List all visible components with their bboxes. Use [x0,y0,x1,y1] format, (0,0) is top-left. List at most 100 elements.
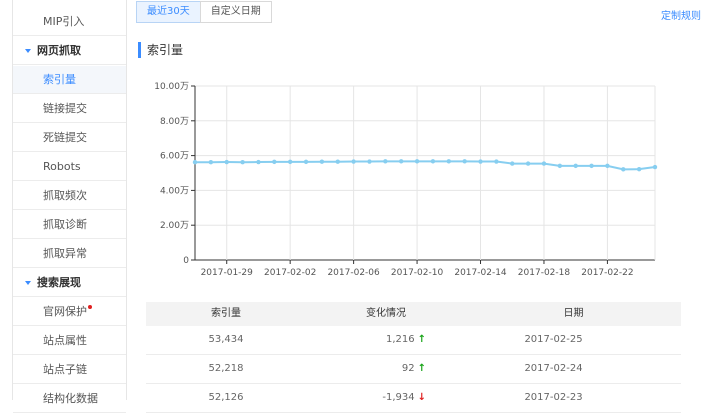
sidebar-item-8[interactable]: 抓取异常 [13,240,126,268]
x-tick-label: 2017-01-29 [201,268,254,278]
cell-count: 52,126 [208,392,244,403]
new-badge-dot [88,305,92,309]
data-point [335,159,340,164]
sidebar-item-label: MIP引入 [43,15,85,28]
data-point [256,159,261,165]
cell-date: 2017-02-23 [524,392,583,403]
data-point [303,159,309,165]
cell-count: 53,434 [208,334,244,345]
table-row: 52,218 92 ↑ 2017-02-24 [146,355,681,384]
sidebar-item-label: 站点属性 [43,334,87,347]
cell-change: 1,216 ↑ [306,326,426,354]
data-point [621,167,626,172]
sidebar-item-label: 结构化数据 [43,392,98,405]
sidebar-item-13[interactable]: 结构化数据 [13,385,126,413]
sidebar-item-4[interactable]: 死链提交 [13,124,126,152]
y-tick-label: 0 [183,256,189,266]
data-point [208,160,214,165]
data-point [541,161,547,166]
data-point [525,161,531,166]
y-tick-label: 8.00万 [160,117,189,127]
caret-down-icon [25,281,31,285]
data-point [430,159,436,164]
sidebar-item-label: 死链提交 [43,131,87,144]
sidebar-item-label: 抓取诊断 [43,218,87,231]
sidebar-item-label: 链接提交 [43,102,87,115]
sidebar-item-label: 抓取异常 [43,247,87,260]
sidebar-item-7[interactable]: 抓取诊断 [13,211,126,239]
tab-last-30-days[interactable]: 最近30天 [136,1,201,23]
data-point [589,163,594,169]
x-tick-label: 2017-02-02 [264,268,316,278]
data-point [636,166,642,172]
header-date: 日期 [563,308,584,319]
sidebar-item-2[interactable]: 索引量 [13,66,126,94]
data-point [383,159,388,164]
data-point [446,159,451,164]
data-point [478,159,483,164]
index-volume-table: 索引量 变化情况 日期 53,434 1,216 ↑ 2017-02-25 52,218… [146,302,681,413]
change-value: 92 [401,363,415,374]
x-tick-label: 2017-02-06 [327,268,380,278]
arrow-up-icon: ↑ [417,334,426,345]
header-change: 变化情况 [366,308,406,319]
data-point [240,160,245,165]
data-point [414,159,420,164]
change-value: -1,934 [382,392,415,403]
sidebar-item-label: 站点子链 [43,363,87,376]
data-point [319,159,325,164]
cell-date: 2017-02-25 [524,334,583,345]
tab-custom-date[interactable]: 自定义日期 [199,1,272,23]
x-tick-label: 2017-02-18 [518,268,571,278]
y-tick-label: 4.00万 [160,186,189,196]
data-point [287,159,293,165]
table-header-row: 索引量 变化情况 日期 [146,302,681,326]
x-tick-label: 2017-02-10 [391,268,444,278]
sidebar-item-label: 抓取频次 [43,189,87,202]
x-tick-label: 2017-02-22 [581,268,633,278]
sidebar-item-3[interactable]: 链接提交 [13,95,126,123]
cell-date: 2017-02-24 [524,363,583,374]
caret-down-icon [25,49,31,53]
arrow-up-icon: ↑ [417,363,426,374]
cell-change: -1,934 ↓ [306,384,426,412]
sidebar-item-0[interactable]: MIP引入 [13,8,126,36]
data-point [462,159,467,164]
sidebar-group-1[interactable]: 网页抓取 [13,37,126,65]
sidebar-item-6[interactable]: 抓取频次 [13,182,126,210]
section-title: 索引量 [138,42,183,58]
change-value: 1,216 [385,334,415,345]
table-row: 52,126 -1,934 ↓ 2017-02-23 [146,384,681,413]
data-point [192,160,198,165]
data-point [605,163,610,169]
data-point [573,163,578,169]
sidebar-item-label: Robots [43,160,81,173]
data-point [351,159,356,164]
data-point [399,159,404,164]
date-range-tabs: 最近30天 自定义日期 [136,1,272,23]
sidebar-item-label: 网页抓取 [37,44,81,57]
sidebar-nav: MIP引入网页抓取索引量链接提交死链提交 Robots 抓取频次抓取诊断抓取异常搜索… [12,0,127,413]
x-tick-label: 2017-02-14 [454,268,507,278]
arrow-down-icon: ↓ [417,392,426,403]
sidebar-item-10[interactable]: 官网保护 [13,298,126,326]
data-point [272,159,277,165]
sidebar-group-9[interactable]: 搜索展现 [13,269,126,297]
series-line [195,160,656,171]
data-point [494,159,499,164]
sidebar-item-11[interactable]: 站点属性 [13,327,126,355]
cell-change: 92 ↑ [306,355,426,383]
data-point [652,164,658,170]
sidebar-item-label: 搜索展现 [37,276,81,289]
data-point [224,159,229,165]
custom-rule-link[interactable]: 定制规则 [661,7,701,22]
y-tick-label: 6.00万 [160,152,189,162]
sidebar-item-5[interactable]: Robots [13,153,126,181]
table-row: 53,434 1,216 ↑ 2017-02-25 [146,326,681,355]
y-tick-label: 2.00万 [160,221,189,231]
sidebar-item-12[interactable]: 站点子链 [13,356,126,384]
data-point [510,161,515,166]
header-count: 索引量 [211,308,241,319]
data-point [367,159,372,164]
sidebar-item-label: 官网保护 [43,305,87,318]
